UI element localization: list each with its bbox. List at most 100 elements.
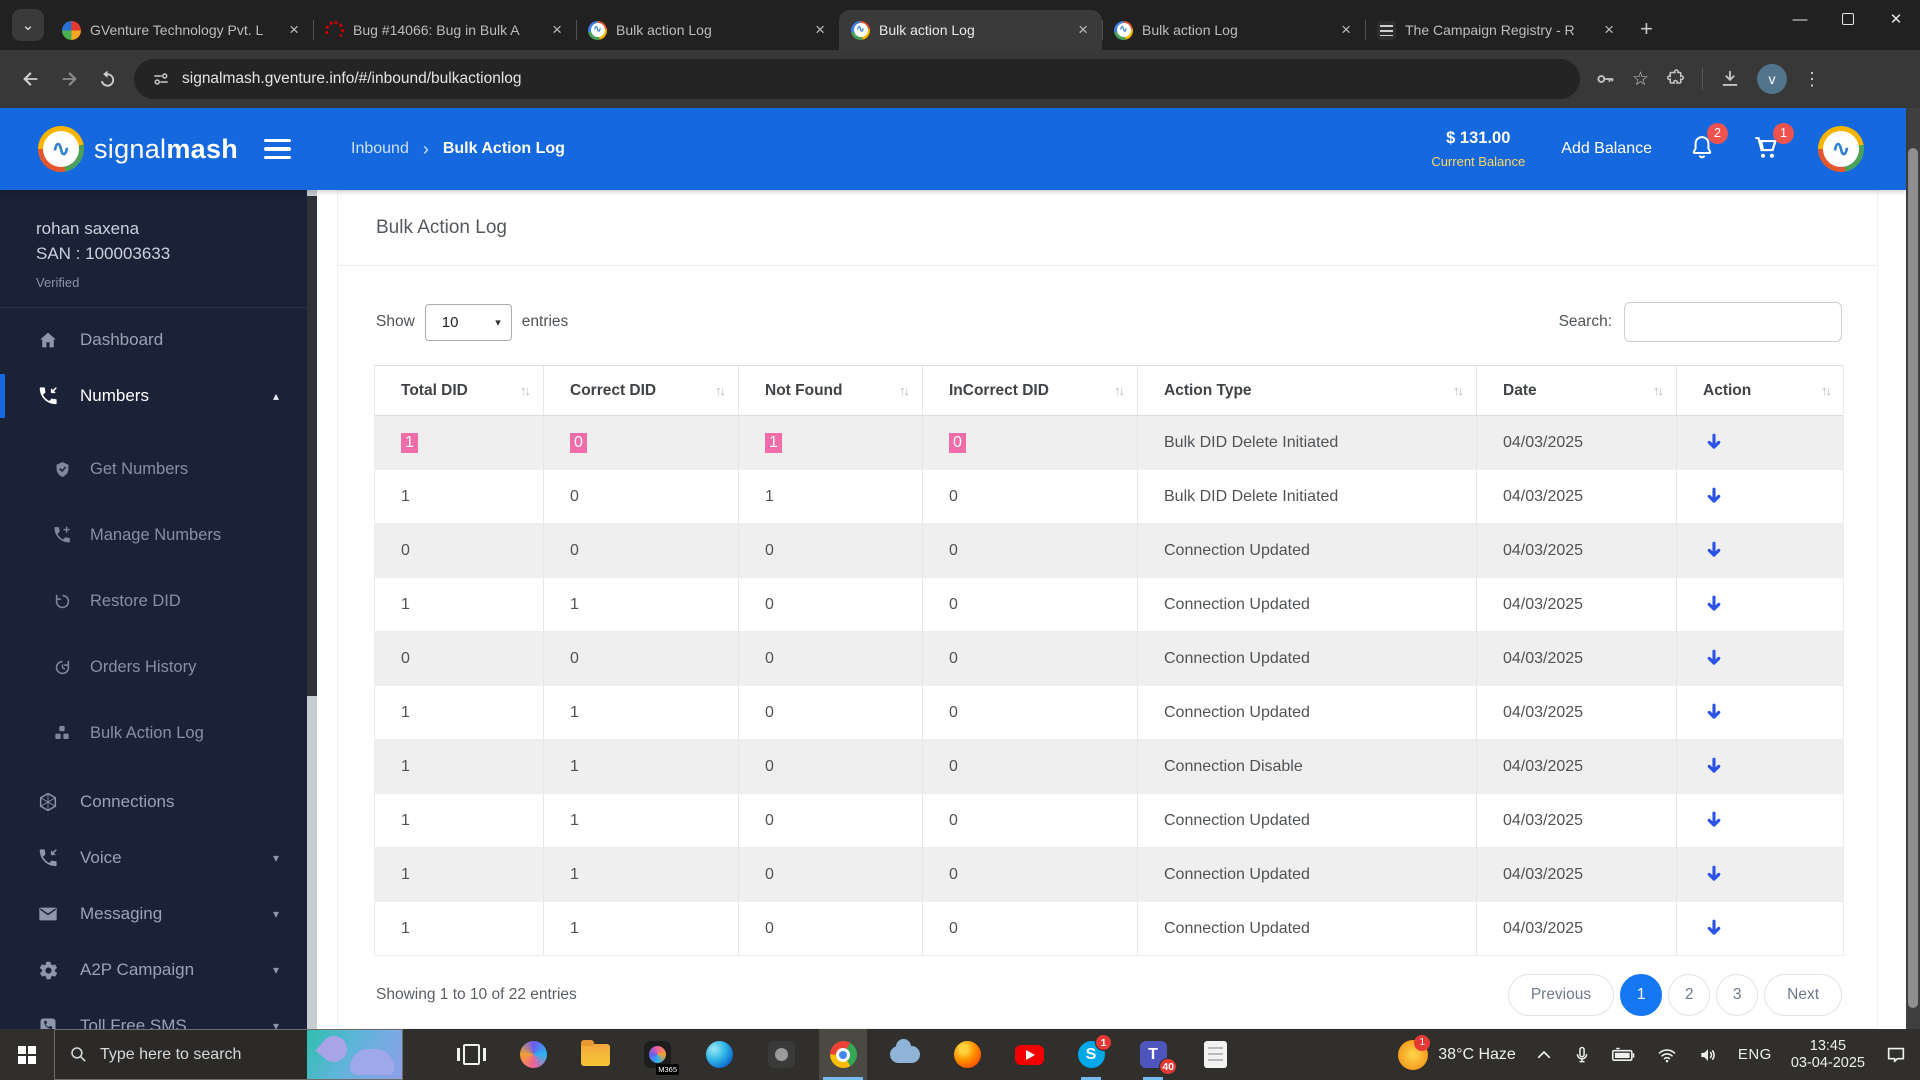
account-avatar[interactable] (1818, 126, 1864, 172)
language-indicator[interactable]: ENG (1738, 1046, 1772, 1063)
column-header-incorrect-did[interactable]: InCorrect DID ↑↓ (923, 366, 1138, 415)
column-header-date[interactable]: Date ↑↓ (1477, 366, 1677, 415)
download-action-icon[interactable] (1677, 416, 1844, 469)
copilot-icon[interactable] (509, 1029, 557, 1080)
cart-button[interactable]: 1 (1752, 122, 1794, 166)
sidebar-item-connections[interactable]: Connections (0, 774, 307, 830)
sidebar-item-restore-did[interactable]: Restore DID (0, 568, 307, 634)
notifications-button[interactable]: 2 (1688, 122, 1728, 166)
volume-icon[interactable] (1697, 1045, 1719, 1065)
url-bar[interactable]: signalmash.gventure.info/#/inbound/bulka… (134, 59, 1580, 99)
sort-icon[interactable]: ↑↓ (1114, 383, 1125, 398)
chevron-up-icon[interactable] (1535, 1046, 1553, 1064)
weather-widget[interactable]: 1 38°C Haze (1398, 1034, 1516, 1070)
sidebar-item-numbers[interactable]: Numbers ▴ (0, 368, 307, 424)
column-header-correct-did[interactable]: Correct DID ↑↓ (544, 366, 739, 415)
tab-close-icon[interactable]: × (811, 20, 829, 40)
taskbar-clock[interactable]: 13:45 03-04-2025 (1791, 1038, 1865, 1072)
browser-tab[interactable]: The Campaign Registry - R × (1365, 10, 1628, 50)
download-action-icon[interactable] (1677, 902, 1844, 955)
column-header-action[interactable]: Action ↑↓ (1677, 366, 1844, 415)
page-button-2[interactable]: 2 (1668, 974, 1711, 1016)
page-button-3[interactable]: 3 (1716, 974, 1759, 1016)
download-action-icon[interactable] (1677, 740, 1844, 793)
minimize-button[interactable]: — (1776, 0, 1824, 38)
sidebar-scrollbar-thumb[interactable] (307, 196, 317, 696)
taskbar-search-input[interactable] (100, 1045, 290, 1064)
extensions-icon[interactable] (1665, 68, 1686, 90)
tab-close-icon[interactable]: × (285, 20, 303, 40)
microphone-icon[interactable] (1572, 1045, 1592, 1065)
sidebar-item-toll-free-sms[interactable]: Toll Free SMS ▾ (0, 998, 307, 1029)
hamburger-menu-icon[interactable] (264, 139, 291, 159)
browser-tab[interactable]: Bulk action Log × (839, 10, 1102, 50)
forward-icon[interactable] (50, 60, 88, 98)
sidebar-item-manage-numbers[interactable]: Manage Numbers (0, 502, 307, 568)
sidebar-item-messaging[interactable]: Messaging ▾ (0, 886, 307, 942)
download-action-icon[interactable] (1677, 578, 1844, 631)
taskbar-search[interactable] (54, 1029, 403, 1080)
task-view-icon[interactable] (447, 1029, 495, 1080)
page-button-1[interactable]: 1 (1620, 974, 1663, 1016)
wifi-icon[interactable] (1656, 1045, 1678, 1065)
chrome-icon[interactable] (819, 1029, 867, 1080)
browser-tab[interactable]: GVenture Technology Pvt. L × (50, 10, 313, 50)
tab-close-icon[interactable]: × (548, 20, 566, 40)
sidebar-item-a2p-campaign[interactable]: A2P Campaign ▾ (0, 942, 307, 998)
download-action-icon[interactable] (1677, 632, 1844, 685)
download-action-icon[interactable] (1677, 686, 1844, 739)
reload-icon[interactable] (88, 60, 126, 98)
bookmark-star-icon[interactable]: ☆ (1632, 68, 1649, 91)
sort-icon[interactable]: ↑↓ (1821, 383, 1832, 398)
tab-search-icon[interactable]: ⌄ (12, 9, 44, 41)
skype-icon[interactable]: 1 (1067, 1029, 1115, 1080)
breadcrumb-inbound[interactable]: Inbound (351, 140, 409, 158)
page-size-select[interactable]: 10 ▾ (424, 303, 512, 341)
previous-button[interactable]: Previous (1507, 974, 1615, 1016)
notes-icon[interactable] (1191, 1029, 1239, 1080)
sort-icon[interactable]: ↑↓ (899, 383, 910, 398)
sidebar-item-dashboard[interactable]: Dashboard (0, 312, 307, 368)
sort-icon[interactable]: ↑↓ (715, 383, 726, 398)
sidebar-item-bulk-action-log[interactable]: Bulk Action Log (0, 700, 307, 766)
youtube-icon[interactable] (1005, 1029, 1053, 1080)
sort-icon[interactable]: ↑↓ (1653, 383, 1664, 398)
sidebar-scrollbar[interactable] (307, 190, 317, 1029)
next-button[interactable]: Next (1764, 974, 1842, 1016)
sort-icon[interactable]: ↑↓ (1453, 383, 1464, 398)
sort-icon[interactable]: ↑↓ (520, 383, 531, 398)
browser-profile-avatar[interactable]: v (1757, 64, 1788, 94)
download-action-icon[interactable] (1677, 470, 1844, 523)
sidebar-item-voice[interactable]: Voice ▾ (0, 830, 307, 886)
browser-tab[interactable]: Bulk action Log × (576, 10, 839, 50)
cloud-icon[interactable] (881, 1029, 929, 1080)
new-tab-button[interactable]: + (1628, 16, 1667, 50)
m365-copilot-icon[interactable]: M365 (633, 1029, 681, 1080)
sidebar-item-orders-history[interactable]: Orders History (0, 634, 307, 700)
page-scrollbar[interactable] (1906, 108, 1920, 1029)
teams-icon[interactable]: 40 (1129, 1029, 1177, 1080)
firefox-icon[interactable] (943, 1029, 991, 1080)
download-icon[interactable] (1719, 68, 1741, 90)
browser-menu-icon[interactable]: ⋮ (1803, 69, 1821, 90)
back-icon[interactable] (12, 60, 50, 98)
edge-icon[interactable] (695, 1029, 743, 1080)
camera-icon[interactable] (757, 1029, 805, 1080)
tab-close-icon[interactable]: × (1600, 20, 1618, 40)
column-header-total-did[interactable]: Total DID ↑↓ (375, 366, 544, 415)
start-button[interactable] (0, 1029, 54, 1080)
site-info-icon[interactable] (152, 70, 170, 88)
tab-close-icon[interactable]: × (1337, 20, 1355, 40)
add-balance-button[interactable]: Add Balance (1561, 140, 1652, 158)
notification-center-icon[interactable] (1884, 1044, 1908, 1066)
maximize-button[interactable] (1824, 0, 1872, 38)
sidebar-item-get-numbers[interactable]: Get Numbers (0, 436, 307, 502)
browser-tab[interactable]: Bulk action Log × (1102, 10, 1365, 50)
download-action-icon[interactable] (1677, 794, 1844, 847)
url-text[interactable]: signalmash.gventure.info/#/inbound/bulka… (182, 70, 522, 88)
column-header-action-type[interactable]: Action Type ↑↓ (1138, 366, 1477, 415)
close-button[interactable]: ✕ (1872, 0, 1920, 38)
file-explorer-icon[interactable] (571, 1029, 619, 1080)
page-scrollbar-thumb[interactable] (1908, 148, 1918, 1008)
browser-tab[interactable]: Bug #14066: Bug in Bulk A × (313, 10, 576, 50)
